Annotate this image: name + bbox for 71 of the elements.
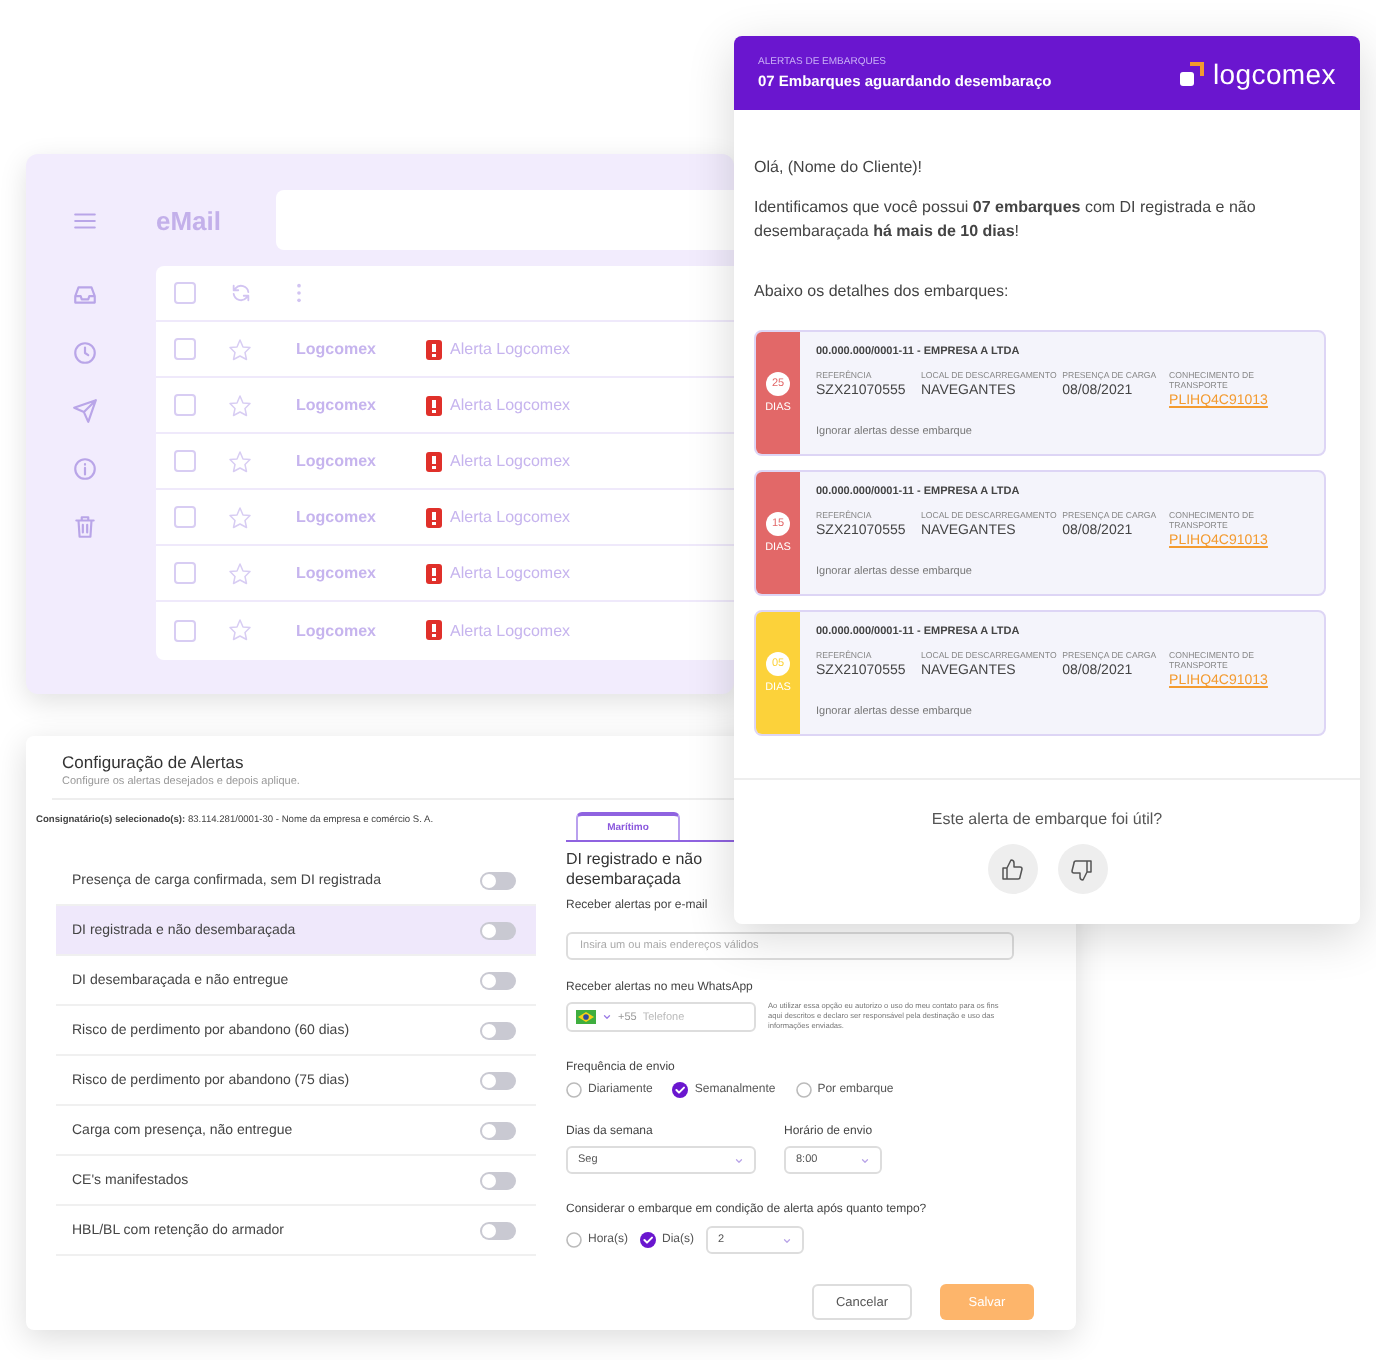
alert-icon — [426, 563, 442, 583]
feedback-question: Este alerta de embarque foi útil? — [931, 810, 1163, 828]
logo-text: logcomex — [1212, 57, 1336, 89]
alert-icon — [426, 620, 442, 640]
toggle-switch[interactable] — [480, 1071, 516, 1089]
star-icon[interactable] — [228, 505, 252, 529]
chevron-icon — [602, 1012, 612, 1022]
inbox-icon[interactable] — [72, 282, 98, 308]
thumbs-up-icon — [1000, 857, 1024, 881]
search-field[interactable] — [276, 190, 734, 250]
toggle-switch[interactable] — [480, 871, 516, 889]
toggle-switch[interactable] — [480, 1021, 516, 1039]
star-icon[interactable] — [228, 618, 252, 642]
email-subject: Alerta Logcomex — [450, 452, 571, 470]
toggle-switch[interactable] — [480, 1171, 516, 1189]
checkbox[interactable] — [174, 394, 196, 416]
radio-checked-icon — [672, 1082, 689, 1098]
chevron-icon — [782, 1235, 793, 1245]
checkbox[interactable] — [174, 282, 196, 304]
email-subject: Alerta Logcomex — [450, 564, 571, 582]
radio-icon — [795, 1082, 812, 1098]
email-sender: Logcomex — [296, 340, 379, 358]
checkbox[interactable] — [174, 450, 196, 472]
radio-icon — [566, 1082, 582, 1098]
toggle-switch[interactable] — [480, 1221, 516, 1239]
email-subject: Alerta Logcomex — [450, 396, 571, 414]
flag-icon — [576, 1010, 596, 1024]
email-subject: Alerta Logcomex — [450, 621, 571, 639]
send-icon[interactable] — [72, 398, 98, 424]
greeting-text: Olá, (Nome do Cliente)! — [754, 158, 925, 176]
more-icon[interactable] — [296, 282, 302, 304]
email-sender: Logcomex — [296, 396, 379, 414]
clock-icon[interactable] — [72, 340, 98, 366]
chevron-icon — [734, 1155, 744, 1165]
toggle-switch[interactable] — [480, 921, 516, 939]
logo-icon — [1178, 59, 1207, 87]
trash-icon[interactable] — [72, 514, 98, 540]
alert-icon — [426, 339, 442, 359]
email-subject: Alerta Logcomex — [450, 508, 571, 526]
alert-icon — [426, 395, 442, 415]
info-icon[interactable] — [72, 456, 98, 482]
star-icon[interactable] — [228, 561, 252, 585]
toggle-switch[interactable] — [480, 971, 516, 989]
toggle-switch[interactable] — [480, 1121, 516, 1139]
radio-checked-icon — [640, 1232, 657, 1248]
chevron-icon — [860, 1155, 870, 1165]
form-heading: DI registrado e não desembaraçada — [566, 850, 705, 890]
menu-icon[interactable] — [72, 207, 98, 233]
email-sender: Logcomex — [296, 508, 379, 526]
refresh-icon[interactable] — [230, 282, 252, 304]
star-icon[interactable] — [228, 393, 252, 417]
email-sender: Logcomex — [296, 621, 379, 639]
radio-icon — [566, 1232, 582, 1248]
star-icon[interactable] — [228, 337, 252, 361]
checkbox[interactable] — [174, 619, 196, 641]
intro-text: Abaixo os detalhes dos embarques: — [754, 282, 1011, 300]
email-sender: Logcomex — [296, 564, 379, 582]
alert-icon — [426, 451, 442, 471]
email-subject: Alerta Logcomex — [450, 340, 571, 358]
star-icon[interactable] — [228, 449, 252, 473]
checkbox[interactable] — [174, 562, 196, 584]
alert-icon — [426, 507, 442, 527]
checkbox[interactable] — [174, 338, 196, 360]
message-text: Identificamos que você possui 07 embarques com DI registrada e não desembaraçada há mais de 10 dias! — [754, 196, 1258, 242]
checkbox[interactable] — [174, 506, 196, 528]
email-sender: Logcomex — [296, 452, 379, 470]
settings-title: Configuração de Alertas — [62, 752, 246, 772]
thumbs-down-icon — [1070, 857, 1094, 881]
thumbs-down-button[interactable] — [1057, 844, 1107, 894]
app-title: eMail — [156, 205, 224, 235]
thumbs-up-button[interactable] — [987, 844, 1037, 894]
